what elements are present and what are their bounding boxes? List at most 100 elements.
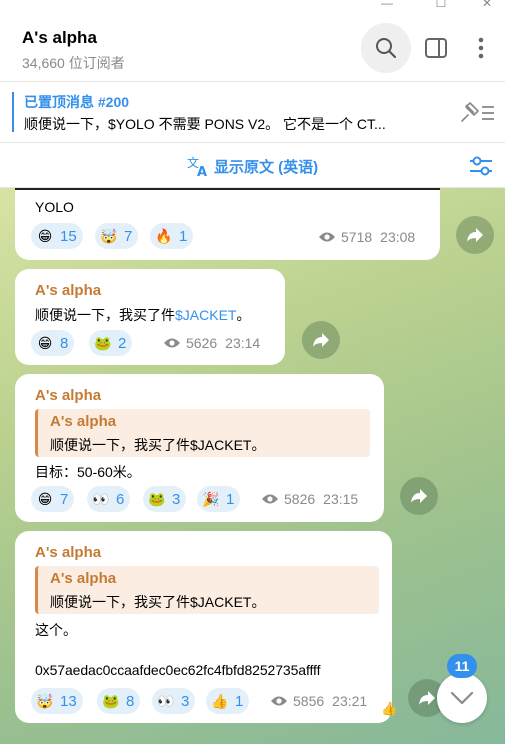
message-text: 这个。 <box>35 622 77 638</box>
reaction-count: 15 <box>60 227 77 245</box>
thumbs-up-emoji-icon: 👍 <box>211 692 229 709</box>
pinned-text: 顺便说一下，$YOLO 不需要 PONS V2。 它不是一个 CT... <box>24 116 386 132</box>
message-meta: 5718 23:08 <box>318 229 415 245</box>
subscriber-count: 34,660 位订阅者 <box>22 55 125 71</box>
unpin-list-icon[interactable] <box>460 101 496 125</box>
forward-arrow-icon <box>411 489 427 503</box>
reaction-chip[interactable]: 🐸 8 <box>97 688 141 714</box>
message-time: 23:14 <box>225 335 261 351</box>
reaction-count: 1 <box>235 692 244 710</box>
message-meta: 5626 23:14 <box>163 335 260 351</box>
pinned-message-bar[interactable]: 已置顶消息 #200 顺便说一下，$YOLO 不需要 PONS V2。 它不是一… <box>0 83 505 143</box>
reaction-chip[interactable]: 🔥 1 <box>150 223 194 249</box>
message-bubble[interactable]: A's alpha 顺便说一下，我买了件$JACKET。 😁 8 🐸 2 5626 … <box>15 269 285 365</box>
forward-arrow-icon <box>313 333 329 347</box>
eyes-emoji-icon: 👀 <box>157 692 175 709</box>
quote-sender: A's alpha <box>50 413 117 430</box>
message-sender[interactable]: A's alpha <box>35 387 101 404</box>
pinned-indicator <box>12 92 14 132</box>
reply-quote[interactable]: A's alpha 顺便说一下，我买了件$JACKET。 <box>35 566 379 614</box>
reaction-chip[interactable]: 👀 6 <box>87 486 131 512</box>
pinned-title: 已置顶消息 #200 <box>24 94 130 110</box>
reaction-chip[interactable]: 🤯 13 <box>31 688 83 714</box>
reaction-count: 7 <box>60 490 69 508</box>
search-button[interactable] <box>361 23 411 73</box>
reaction-count: 1 <box>179 227 188 245</box>
translate-bar[interactable]: 文 A 显示原文 (英语) <box>0 144 505 188</box>
reaction-count: 2 <box>118 334 127 352</box>
message-time: 23:15 <box>323 491 359 507</box>
cashtag-link[interactable]: $JACKET <box>175 307 236 323</box>
contract-address[interactable]: 0x57aedac0ccaafdec0ec62fc4fbfd8252735aff… <box>35 662 320 678</box>
quote-text: 顺便说一下，我买了件$JACKET。 <box>50 594 266 610</box>
translate-icon: 文 A <box>187 155 207 178</box>
frog-emoji-icon: 🐸 <box>102 692 120 709</box>
frog-emoji-icon: 🐸 <box>148 490 166 507</box>
message-sender[interactable]: A's alpha <box>35 544 101 561</box>
bubble-top-edge <box>15 188 440 190</box>
more-vertical-icon <box>478 37 484 59</box>
message-bubble[interactable]: YOLO 😁 15 🤯 7 🔥 1 5718 23:08 <box>15 188 440 260</box>
views-eye-icon <box>319 232 335 242</box>
reaction-chip[interactable]: 🐸 3 <box>143 486 187 512</box>
views-eye-icon <box>262 494 278 504</box>
sidebar-toggle-button[interactable] <box>411 23 461 73</box>
reaction-chip[interactable]: 🤯 7 <box>95 223 139 249</box>
view-count: 5718 <box>341 229 373 245</box>
grin-emoji-icon: 😁 <box>37 227 53 244</box>
reaction-chip[interactable]: 🎉 1 <box>197 486 241 512</box>
forward-arrow-icon <box>467 228 483 242</box>
view-count: 5626 <box>186 335 218 351</box>
svg-text:A: A <box>197 165 207 178</box>
reaction-count: 3 <box>172 490 181 508</box>
reaction-count: 8 <box>60 334 69 352</box>
reaction-count: 13 <box>60 692 77 710</box>
minimize-icon[interactable]: — <box>364 0 410 10</box>
reaction-count: 1 <box>226 490 235 508</box>
text-prefix: 顺便说一下，我买了件 <box>35 307 175 323</box>
message-text: YOLO <box>35 199 74 215</box>
view-count: 5826 <box>284 491 316 507</box>
message-list[interactable]: YOLO 😁 15 🤯 7 🔥 1 5718 23:08 A's alpha 顺便说一… <box>0 188 505 744</box>
message-bubble[interactable]: A's alpha A's alpha 顺便说一下，我买了件$JACKET。 目… <box>15 374 384 522</box>
reaction-count: 6 <box>116 490 125 508</box>
message-text: 目标：50-60米。 <box>35 464 141 480</box>
show-original-button[interactable]: 显示原文 (英语) <box>214 156 318 177</box>
own-reaction-thumbs-up-icon: 👍 <box>381 701 398 716</box>
reaction-chip[interactable]: 😁 7 <box>31 486 75 512</box>
message-meta: 5856 23:21 <box>270 693 367 709</box>
forward-button[interactable] <box>302 321 340 359</box>
quote-text: 顺便说一下，我买了件$JACKET。 <box>50 437 266 453</box>
chevron-down-icon <box>451 692 473 704</box>
message-sender[interactable]: A's alpha <box>35 282 101 299</box>
translation-settings-icon[interactable] <box>468 154 494 178</box>
window-titlebar: — ☐ ✕ <box>0 0 505 14</box>
scroll-to-bottom-button[interactable] <box>437 673 487 723</box>
reaction-chip[interactable]: 👀 3 <box>152 688 196 714</box>
reaction-chip[interactable]: 😁 8 <box>31 330 75 356</box>
message-time: 23:21 <box>332 693 368 709</box>
quote-sender: A's alpha <box>50 570 117 587</box>
forward-button[interactable] <box>456 216 494 254</box>
party-emoji-icon: 🎉 <box>202 490 220 507</box>
channel-title[interactable]: A's alpha <box>22 28 97 48</box>
reaction-chip[interactable]: 😁 15 <box>31 223 83 249</box>
message-bubble[interactable]: A's alpha A's alpha 顺便说一下，我买了件$JACKET。 这… <box>15 531 397 723</box>
more-menu-button[interactable] <box>456 23 505 73</box>
reply-quote[interactable]: A's alpha 顺便说一下，我买了件$JACKET。 <box>35 409 370 457</box>
reaction-count: 8 <box>126 692 135 710</box>
view-count: 5856 <box>293 693 325 709</box>
unread-count-badge: 11 <box>447 654 477 678</box>
forward-arrow-icon <box>419 691 435 705</box>
views-eye-icon <box>271 696 287 706</box>
forward-button[interactable] <box>400 477 438 515</box>
close-icon[interactable]: ✕ <box>464 0 505 10</box>
text-suffix: 。 <box>236 307 251 323</box>
message-text: 顺便说一下，我买了件$JACKET。 <box>35 305 250 325</box>
maximize-icon[interactable]: ☐ <box>418 0 464 10</box>
reaction-count: 3 <box>181 692 190 710</box>
reaction-chip[interactable]: 👍 1 <box>206 688 250 714</box>
sidebar-icon <box>425 38 447 58</box>
reaction-chip[interactable]: 🐸 2 <box>89 330 133 356</box>
search-icon <box>376 38 397 59</box>
